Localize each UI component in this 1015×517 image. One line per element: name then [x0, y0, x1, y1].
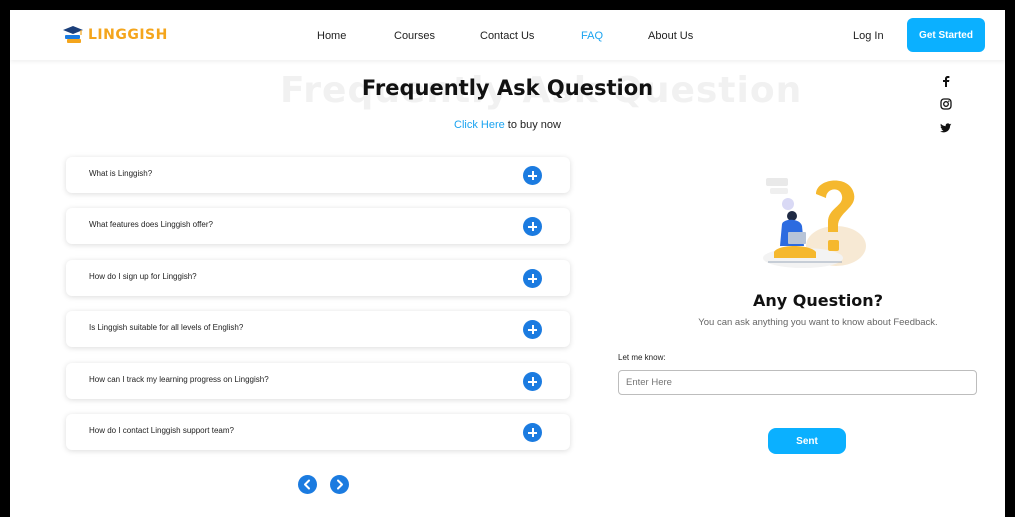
faq-item-1[interactable]: What is Linggish? — [66, 157, 570, 193]
expand-plus-icon[interactable] — [523, 320, 542, 339]
brand-name: LINGGISH — [88, 27, 168, 43]
faq-question: What is Linggish? — [89, 169, 153, 178]
logo[interactable]: LINGGISH — [62, 24, 168, 46]
page-subtitle: Click Here to buy now — [10, 119, 1005, 131]
subtitle-text: to buy now — [504, 119, 561, 131]
nav-contact-us[interactable]: Contact Us — [480, 30, 534, 42]
graduation-cap-icon — [63, 26, 83, 43]
next-page-button[interactable] — [330, 475, 349, 494]
send-button[interactable]: Sent — [768, 428, 846, 454]
get-started-button[interactable]: Get Started — [907, 18, 985, 52]
chevron-right-icon — [337, 479, 343, 490]
nav-about-us[interactable]: About Us — [648, 30, 693, 42]
faq-item-2[interactable]: What features does Linggish offer? — [66, 208, 570, 244]
twitter-icon[interactable] — [936, 121, 956, 139]
instagram-icon[interactable] — [936, 97, 956, 115]
expand-plus-icon[interactable] — [523, 269, 542, 288]
nav-faq[interactable]: FAQ — [581, 30, 603, 42]
nav-home[interactable]: Home — [317, 30, 346, 42]
expand-plus-icon[interactable] — [523, 217, 542, 236]
faq-item-4[interactable]: Is Linggish suitable for all levels of E… — [66, 311, 570, 347]
question-input[interactable] — [618, 370, 977, 395]
page: LINGGISH Home Courses Contact Us FAQ Abo… — [10, 10, 1005, 517]
question-field-label: Let me know: — [618, 353, 666, 362]
faq-question: Is Linggish suitable for all levels of E… — [89, 323, 244, 332]
faq-question: How can I track my learning progress on … — [89, 375, 269, 384]
faq-item-5[interactable]: How can I track my learning progress on … — [66, 363, 570, 399]
nav-courses[interactable]: Courses — [394, 30, 435, 42]
faq-question: How do I contact Linggish support team? — [89, 426, 234, 435]
expand-plus-icon[interactable] — [523, 423, 542, 442]
any-question-title: Any Question? — [753, 291, 883, 310]
question-illustration — [763, 178, 866, 268]
faq-question: How do I sign up for Linggish? — [89, 272, 197, 281]
faq-question: What features does Linggish offer? — [89, 220, 213, 229]
expand-plus-icon[interactable] — [523, 372, 542, 391]
expand-plus-icon[interactable] — [523, 166, 542, 185]
page-title: Frequently Ask Question — [361, 76, 654, 100]
buy-now-link[interactable]: Click Here — [454, 119, 505, 131]
faq-item-6[interactable]: How do I contact Linggish support team? — [66, 414, 570, 450]
chevron-left-icon — [304, 479, 310, 490]
navbar: LINGGISH Home Courses Contact Us FAQ Abo… — [10, 10, 1005, 60]
facebook-icon[interactable] — [936, 74, 956, 92]
prev-page-button[interactable] — [298, 475, 317, 494]
faq-item-3[interactable]: How do I sign up for Linggish? — [66, 260, 570, 296]
login-link[interactable]: Log In — [853, 30, 884, 42]
any-question-subtitle: You can ask anything you want to know ab… — [698, 317, 938, 328]
